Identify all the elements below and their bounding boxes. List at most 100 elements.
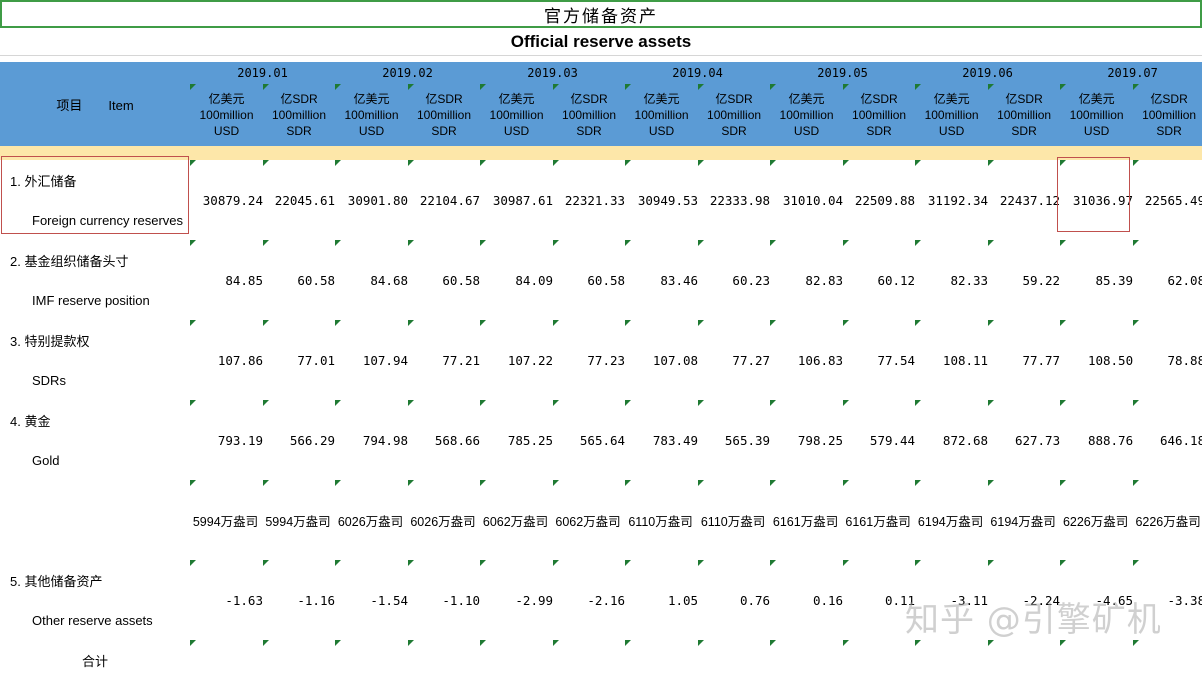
- data-cell[interactable]: 106.83: [770, 320, 844, 400]
- data-cell[interactable]: 30879.24: [190, 160, 263, 240]
- data-cell[interactable]: 84.09: [480, 240, 554, 320]
- data-cell[interactable]: 23227.09: [843, 640, 916, 676]
- table-row[interactable]: 合计 31863.52 22748.33 31887.86 22810.02 31961.…: [0, 640, 1202, 676]
- data-cell[interactable]: 6161万盎司: [843, 480, 916, 560]
- data-cell[interactable]: -1.16: [263, 560, 336, 640]
- data-cell[interactable]: 23159.60: [988, 640, 1061, 676]
- row-label-chinese[interactable]: [0, 480, 190, 520]
- data-cell[interactable]: 22437.12: [988, 160, 1061, 240]
- data-cell[interactable]: -1.10: [408, 560, 481, 640]
- row-label-chinese[interactable]: 2. 基金组织储备头寸: [0, 240, 190, 280]
- table-row[interactable]: 2. 基金组织储备头寸 84.85 60.58 84.68 60.58 84.09 60.5…: [0, 240, 1202, 320]
- data-cell[interactable]: 566.29: [263, 400, 336, 480]
- data-cell[interactable]: 22565.49: [1133, 160, 1202, 240]
- row-label-chinese[interactable]: 1. 外汇储备: [0, 160, 190, 200]
- data-cell[interactable]: 6062万盎司: [480, 480, 554, 560]
- data-cell[interactable]: 77.01: [263, 320, 336, 400]
- data-cell[interactable]: 23349.25: [1133, 640, 1202, 676]
- data-cell[interactable]: 22104.67: [408, 160, 481, 240]
- data-cell[interactable]: 60.58: [553, 240, 626, 320]
- data-cell[interactable]: 646.18: [1133, 400, 1202, 480]
- data-cell[interactable]: 107.94: [335, 320, 409, 400]
- table-row[interactable]: 3. 特别提款权 107.86 77.01 107.94 77.21 107.22 77.2…: [0, 320, 1202, 400]
- data-cell[interactable]: 60.58: [263, 240, 336, 320]
- data-cell[interactable]: -1.54: [335, 560, 409, 640]
- data-cell[interactable]: 32114.97: [1060, 640, 1134, 676]
- data-cell[interactable]: 31998.10: [770, 640, 844, 676]
- data-cell[interactable]: 6062万盎司: [553, 480, 626, 560]
- data-cell[interactable]: 108.50: [1060, 320, 1134, 400]
- data-cell[interactable]: 6194万盎司: [988, 480, 1061, 560]
- data-cell[interactable]: 60.23: [698, 240, 771, 320]
- data-cell[interactable]: 6026万盎司: [408, 480, 481, 560]
- row-label-english[interactable]: Other reserve assets: [0, 600, 190, 640]
- data-cell[interactable]: 579.44: [843, 400, 916, 480]
- data-cell[interactable]: 6194万盎司: [915, 480, 989, 560]
- data-cell[interactable]: 23037.63: [698, 640, 771, 676]
- data-cell[interactable]: 32152.35: [915, 640, 989, 676]
- data-cell[interactable]: -4.65: [1060, 560, 1134, 640]
- data-cell[interactable]: -2.16: [553, 560, 626, 640]
- data-cell[interactable]: 872.68: [915, 400, 989, 480]
- data-cell[interactable]: -2.24: [988, 560, 1061, 640]
- data-cell[interactable]: 5994万盎司: [263, 480, 336, 560]
- data-cell[interactable]: 31887.86: [335, 640, 409, 676]
- data-cell[interactable]: 888.76: [1060, 400, 1134, 480]
- data-cell[interactable]: 60.58: [408, 240, 481, 320]
- row-label-english[interactable]: [0, 520, 190, 560]
- data-cell[interactable]: 84.68: [335, 240, 409, 320]
- data-cell[interactable]: 22748.33: [263, 640, 336, 676]
- data-cell[interactable]: 1.05: [625, 560, 699, 640]
- table-row[interactable]: 5. 其他储备资产 -1.63 -1.16 -1.54 -1.10 -2.99 -2.16 1…: [0, 560, 1202, 640]
- data-cell[interactable]: -3.11: [915, 560, 989, 640]
- data-cell[interactable]: 31036.97: [1060, 160, 1134, 240]
- data-cell[interactable]: 783.49: [625, 400, 699, 480]
- data-cell[interactable]: 83.46: [625, 240, 699, 320]
- data-cell[interactable]: 31192.34: [915, 160, 989, 240]
- data-cell[interactable]: 5994万盎司: [190, 480, 263, 560]
- data-cell[interactable]: 77.77: [988, 320, 1061, 400]
- data-cell[interactable]: 107.08: [625, 320, 699, 400]
- row-label-chinese[interactable]: 4. 黄金: [0, 400, 190, 440]
- row-label-english[interactable]: Foreign currency reserves: [0, 200, 190, 240]
- data-cell[interactable]: 22810.02: [408, 640, 481, 676]
- data-cell[interactable]: -2.99: [480, 560, 554, 640]
- data-cell[interactable]: 30987.61: [480, 160, 554, 240]
- data-cell[interactable]: 31863.52: [190, 640, 263, 676]
- data-cell[interactable]: 6026万盎司: [335, 480, 409, 560]
- row-label-english[interactable]: SDRs: [0, 360, 190, 400]
- data-cell[interactable]: 78.88: [1133, 320, 1202, 400]
- data-cell[interactable]: 77.27: [698, 320, 771, 400]
- row-label-english[interactable]: IMF reserve position: [0, 280, 190, 320]
- data-cell[interactable]: 785.25: [480, 400, 554, 480]
- data-cell[interactable]: 82.83: [770, 240, 844, 320]
- row-label-english[interactable]: Gold: [0, 440, 190, 480]
- data-cell[interactable]: 30949.53: [625, 160, 699, 240]
- data-cell[interactable]: 85.39: [1060, 240, 1134, 320]
- data-cell[interactable]: 108.11: [915, 320, 989, 400]
- data-cell[interactable]: 6226万盎司: [1133, 480, 1202, 560]
- data-cell[interactable]: 23022.62: [553, 640, 626, 676]
- row-label-chinese[interactable]: 3. 特别提款权: [0, 320, 190, 360]
- data-cell[interactable]: 30901.80: [335, 160, 409, 240]
- data-cell[interactable]: 798.25: [770, 400, 844, 480]
- data-cell[interactable]: 793.19: [190, 400, 263, 480]
- data-cell[interactable]: 77.21: [408, 320, 481, 400]
- data-cell[interactable]: 6110万盎司: [698, 480, 771, 560]
- table-row[interactable]: 1. 外汇储备 30879.24 22045.61 30901.80 22104.67 3…: [0, 160, 1202, 240]
- table-row[interactable]: 4. 黄金 793.19 566.29 794.98 568.66 785.25 565.6…: [0, 400, 1202, 480]
- data-cell[interactable]: 565.39: [698, 400, 771, 480]
- data-cell[interactable]: 107.86: [190, 320, 263, 400]
- row-label-chinese[interactable]: 合计: [0, 640, 190, 676]
- data-cell[interactable]: 0.11: [843, 560, 916, 640]
- data-cell[interactable]: 627.73: [988, 400, 1061, 480]
- table-row[interactable]: 5994万盎司 5994万盎司 6026万盎司 6026万盎司 6062万盎司 6062万…: [0, 480, 1202, 560]
- data-cell[interactable]: 84.85: [190, 240, 263, 320]
- data-cell[interactable]: 31924.61: [625, 640, 699, 676]
- data-cell[interactable]: 568.66: [408, 400, 481, 480]
- data-cell[interactable]: -3.38: [1133, 560, 1202, 640]
- data-cell[interactable]: 6226万盎司: [1060, 480, 1134, 560]
- data-cell[interactable]: 107.22: [480, 320, 554, 400]
- data-cell[interactable]: 0.76: [698, 560, 771, 640]
- data-cell[interactable]: 31010.04: [770, 160, 844, 240]
